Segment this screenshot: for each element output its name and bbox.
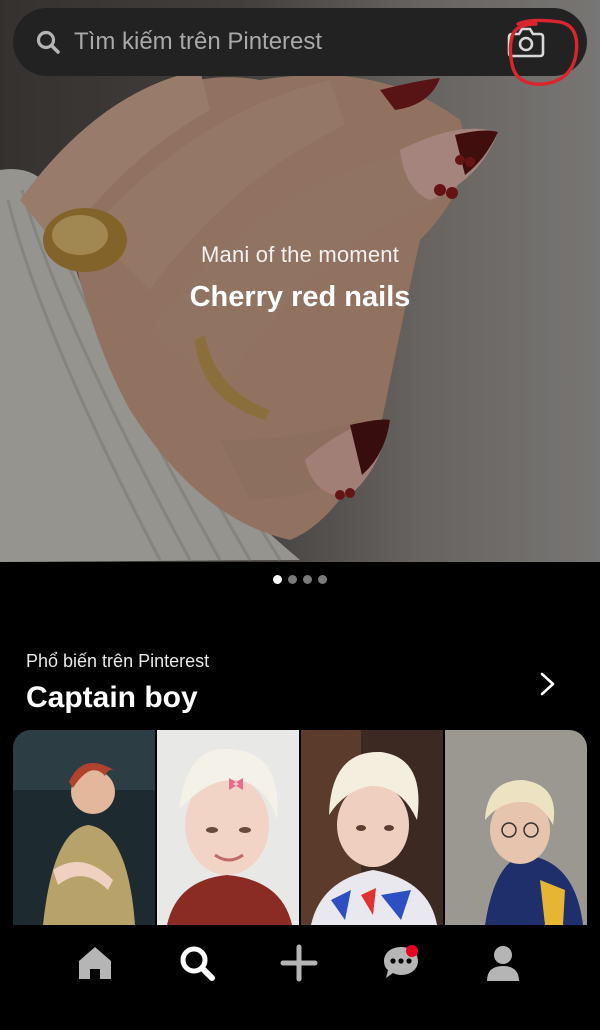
nav-search[interactable] [167,943,227,1003]
nav-home[interactable] [65,943,125,1003]
hero-title: Cherry red nails [189,281,411,313]
search-icon [180,946,215,981]
pin-strip [13,730,587,925]
bottom-nav [0,925,600,1030]
profile-icon [487,946,519,981]
chevron-right-icon[interactable] [534,669,560,699]
annotation-circle [508,18,579,86]
notification-badge [406,945,418,957]
pin-image [13,730,155,925]
search-icon [36,30,60,54]
pin-image [301,730,443,925]
nav-messages[interactable] [371,943,431,1003]
section-label: Phổ biến trên Pinterest [26,651,210,671]
carousel-dot[interactable] [318,575,327,584]
carousel-dot[interactable] [303,575,312,584]
nav-profile[interactable] [473,943,533,1003]
pin-image [445,730,587,925]
carousel-dot[interactable] [288,575,297,584]
section-title[interactable]: Captain boy [26,681,198,715]
hero-subtitle: Mani of the moment [200,242,400,267]
pin-thumbnail[interactable] [13,730,155,925]
carousel-indicator [0,575,600,584]
pin-image [157,730,299,925]
nav-create[interactable] [269,943,329,1003]
carousel-dot-active[interactable] [273,575,282,584]
pin-thumbnail[interactable] [301,730,443,925]
pin-thumbnail[interactable] [445,730,587,925]
pin-thumbnail[interactable] [157,730,299,925]
home-icon [79,947,111,979]
search-input[interactable] [74,8,494,76]
plus-icon [280,944,318,982]
